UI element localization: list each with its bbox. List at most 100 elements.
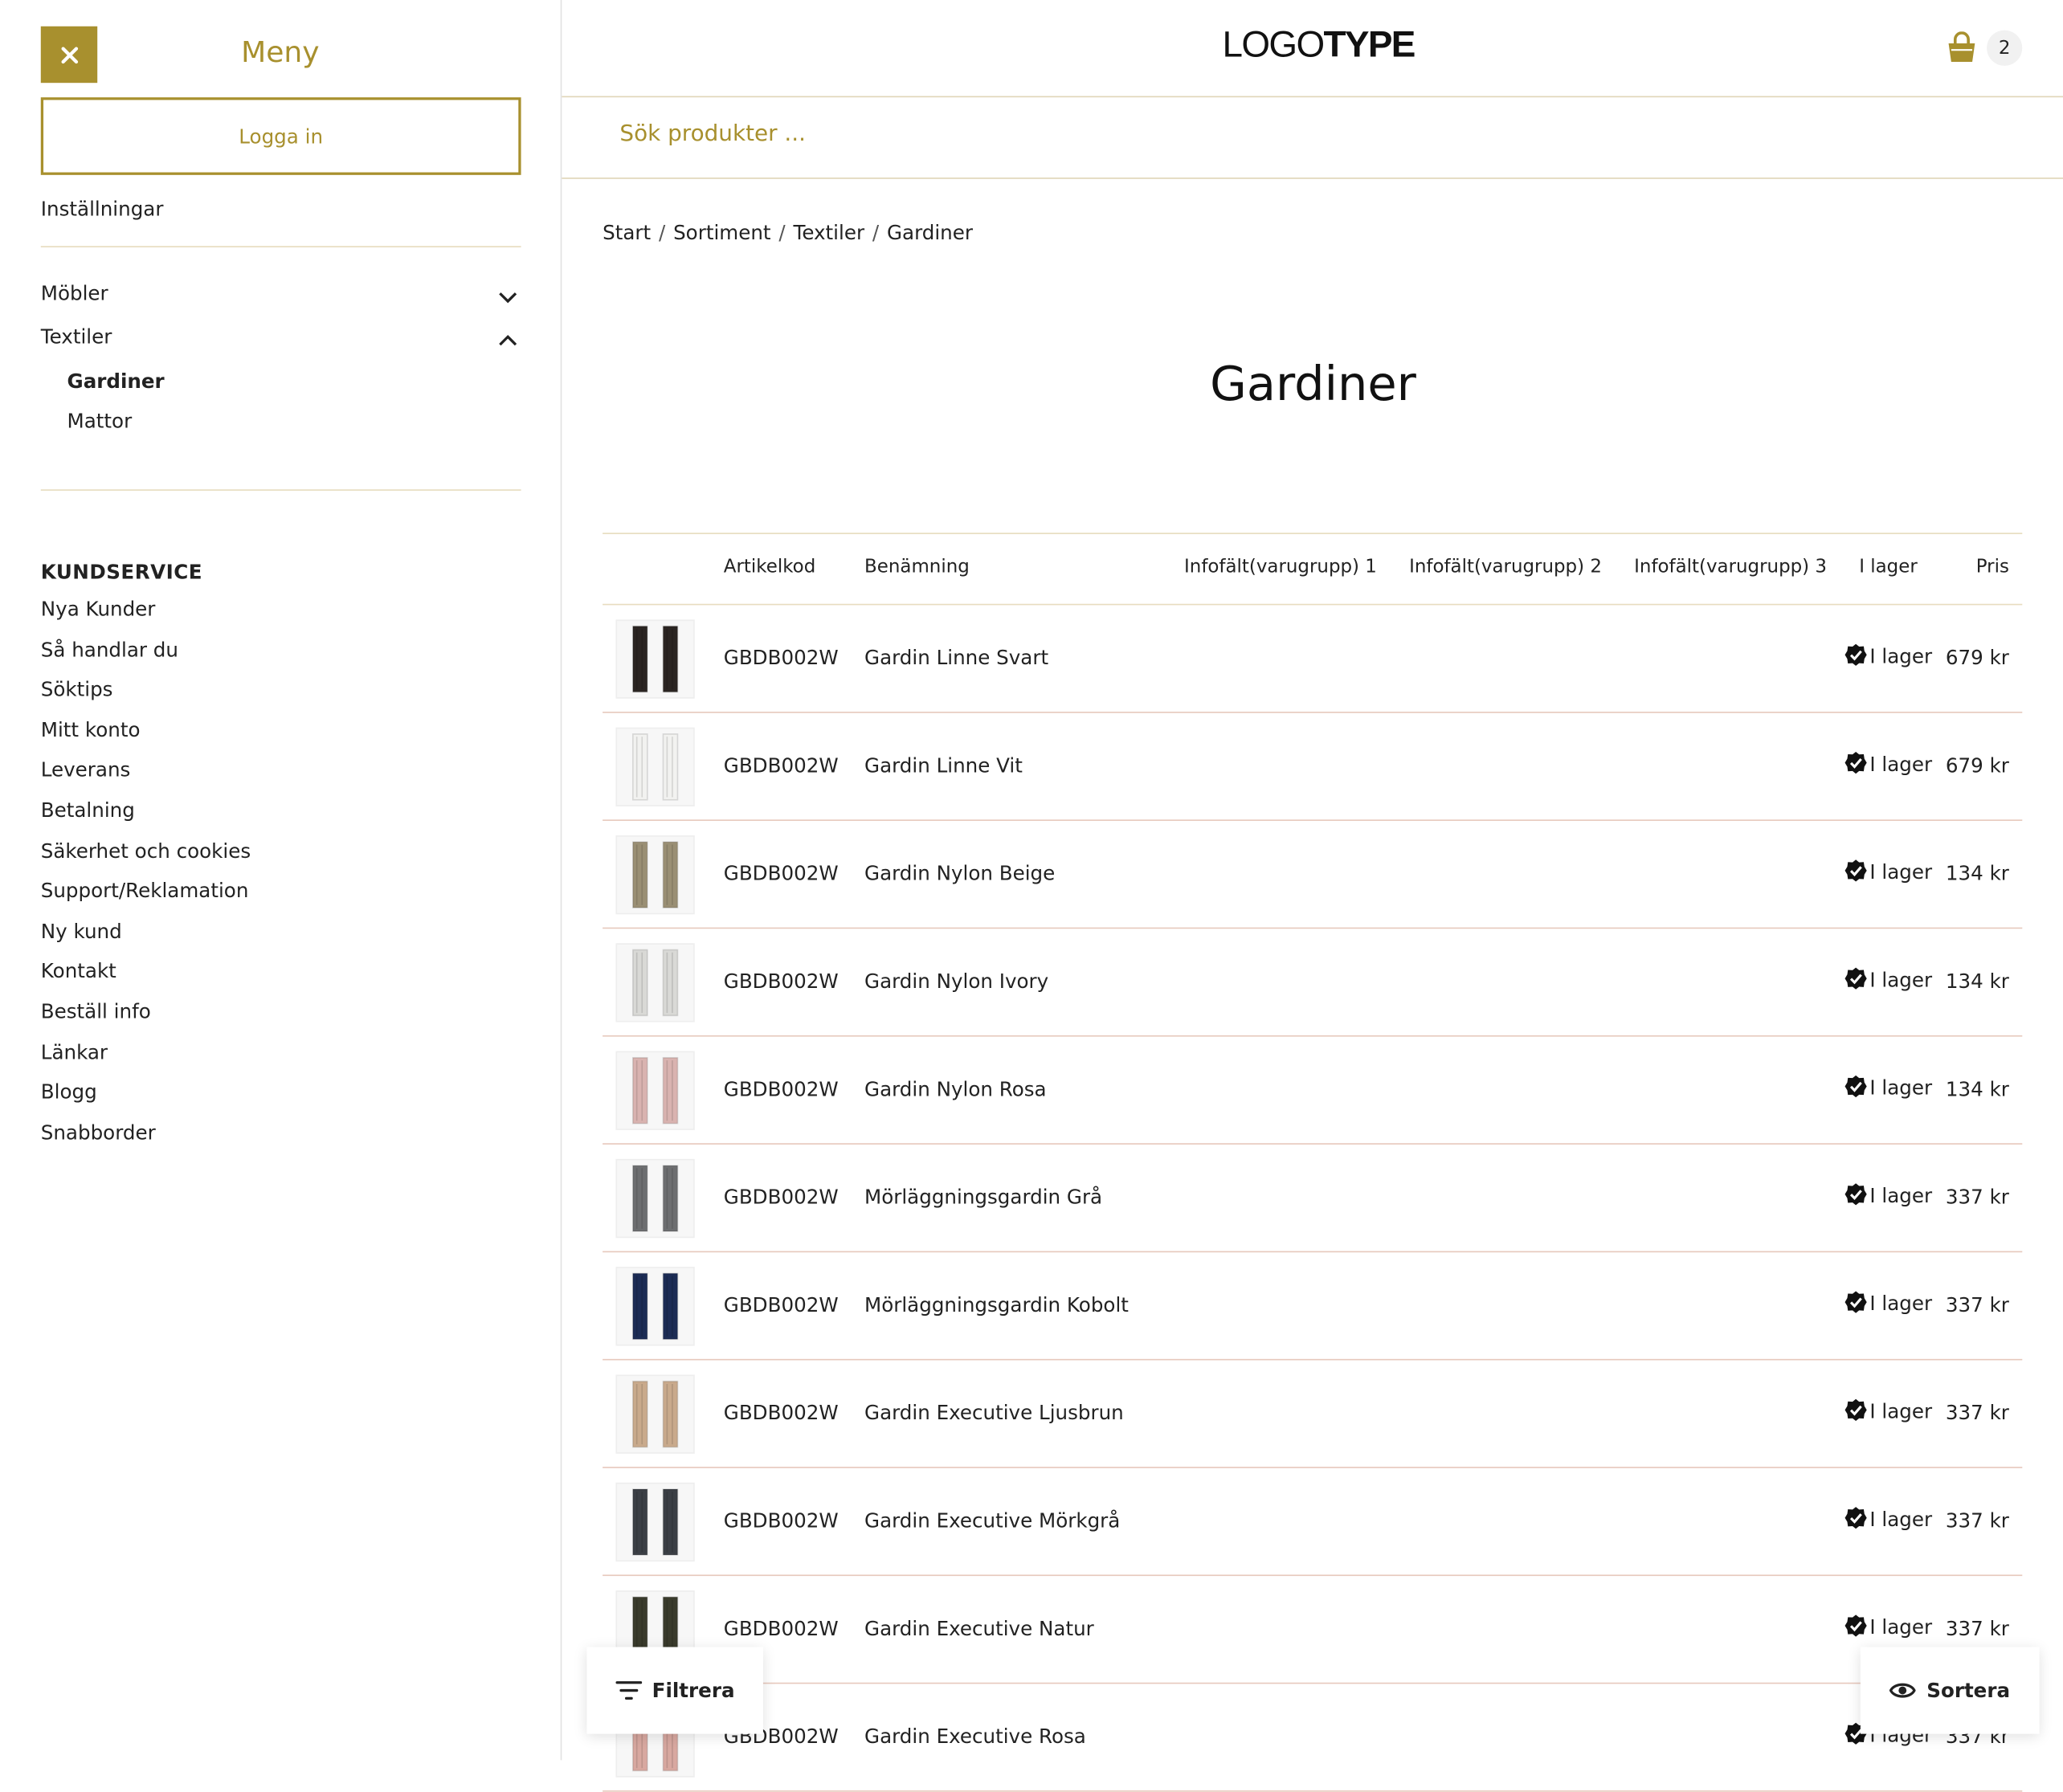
checkmark-badge-icon — [1844, 1398, 1867, 1421]
filter-icon — [615, 1681, 642, 1700]
sidebar-item-mattor[interactable]: Mattor — [67, 409, 133, 432]
shopping-bag-icon[interactable] — [1947, 31, 1976, 63]
stock-label: I lager — [1869, 967, 1933, 992]
sidebar-divider — [40, 246, 521, 247]
breadcrumb-textiler[interactable]: Textiler — [793, 221, 864, 244]
kundservice-link[interactable]: Kontakt — [41, 957, 251, 997]
product-thumbnail[interactable] — [615, 1051, 695, 1130]
breadcrumb-separator: / — [872, 221, 880, 245]
column-header-pris[interactable]: Pris — [1976, 557, 2009, 578]
product-name[interactable]: Gardin Nylon Ivory — [864, 969, 1048, 993]
sort-button[interactable]: Sortera — [1860, 1647, 2040, 1734]
kundservice-link[interactable]: Leverans — [41, 756, 251, 796]
stock-status: I lager — [1844, 1075, 1932, 1100]
kundservice-link[interactable]: Så handlar du — [41, 635, 251, 675]
kundservice-link[interactable]: Länkar — [41, 1037, 251, 1077]
article-code: GBDB002W — [723, 861, 839, 886]
close-icon — [60, 46, 78, 63]
column-header-info3[interactable]: Infofält(varugrupp) 3 — [1634, 557, 1827, 578]
stock-status: I lager — [1844, 1291, 1932, 1316]
product-name[interactable]: Gardin Nylon Rosa — [864, 1077, 1047, 1100]
table-row[interactable]: GBDB002W Gardin Executive Ljusbrun I lager… — [603, 1360, 2023, 1468]
table-row[interactable]: GBDB002W Mörläggningsgardin Grå I lager 337… — [603, 1145, 2023, 1253]
kundservice-link[interactable]: Ny kund — [41, 916, 251, 957]
product-thumbnail[interactable] — [615, 727, 695, 806]
table-row[interactable]: GBDB002W Gardin Nylon Beige I lager 134 kr — [603, 821, 2023, 929]
sidebar-divider — [40, 489, 521, 491]
top-header: LOGOTYPE 2 — [562, 0, 2063, 98]
kundservice-link[interactable]: Snabborder — [41, 1118, 251, 1158]
stock-status: I lager — [1844, 1398, 1932, 1423]
kundservice-link[interactable]: Support/Reklamation — [41, 876, 251, 916]
table-row[interactable]: GBDB002W Gardin Executive Rosa I lager 337 … — [603, 1684, 2023, 1792]
column-header-artikelkod[interactable]: Artikelkod — [724, 557, 815, 578]
checkmark-badge-icon — [1844, 967, 1867, 990]
checkmark-badge-icon — [1844, 1183, 1867, 1206]
table-row[interactable]: GBDB002W Gardin Nylon Ivory I lager 134 kr — [603, 929, 2023, 1037]
column-header-info2[interactable]: Infofält(varugrupp) 2 — [1409, 557, 1602, 578]
product-thumbnail[interactable] — [615, 1374, 695, 1454]
category-label: Möbler — [40, 281, 108, 305]
table-row[interactable]: GBDB002W Mörläggningsgardin Kobolt I lager… — [603, 1252, 2023, 1361]
kundservice-link[interactable]: Nya Kunder — [41, 594, 251, 635]
product-thumbnail[interactable] — [615, 835, 695, 915]
checkmark-badge-icon — [1844, 752, 1867, 774]
login-button[interactable]: Logga in — [40, 97, 521, 175]
table-row[interactable]: GBDB002W Gardin Linne Svart I lager 679 kr — [603, 605, 2023, 713]
product-name[interactable]: Gardin Executive Mörkgrå — [864, 1509, 1120, 1533]
article-code: GBDB002W — [723, 969, 839, 994]
kundservice-link[interactable]: Söktips — [41, 675, 251, 715]
table-row[interactable]: GBDB002W Gardin Executive Mörkgrå I lager 3… — [603, 1468, 2023, 1577]
breadcrumb-sortiment[interactable]: Sortiment — [673, 221, 770, 244]
filter-button[interactable]: Filtrera — [586, 1647, 763, 1734]
kundservice-heading: KUNDSERVICE — [40, 560, 203, 585]
product-thumbnail[interactable] — [615, 1482, 695, 1562]
product-price: 337 kr — [1945, 1185, 2009, 1210]
eye-icon — [1889, 1683, 1917, 1698]
curtain-image — [631, 1165, 679, 1232]
stock-label: I lager — [1869, 1183, 1933, 1207]
product-table: Artikelkod Benämning Infofält(varugrupp)… — [603, 533, 2023, 1792]
kundservice-link[interactable]: Säkerhet och cookies — [41, 836, 251, 876]
product-thumbnail[interactable] — [615, 1158, 695, 1239]
article-code: GBDB002W — [723, 753, 839, 778]
column-header-benamning[interactable]: Benämning — [864, 557, 970, 578]
breadcrumb-gardiner: Gardiner — [887, 221, 973, 245]
search-input[interactable] — [619, 120, 1804, 148]
curtain-image — [631, 1488, 679, 1556]
curtain-image — [631, 841, 679, 908]
curtain-image — [631, 1056, 679, 1125]
product-name[interactable]: Gardin Executive Rosa — [864, 1725, 1086, 1748]
column-header-info1[interactable]: Infofält(varugrupp) 1 — [1184, 557, 1377, 578]
table-row[interactable]: GBDB002W Gardin Nylon Rosa I lager 134 kr — [603, 1037, 2023, 1145]
product-thumbnail[interactable] — [615, 943, 695, 1023]
checkmark-badge-icon — [1844, 859, 1867, 882]
logo[interactable]: LOGOTYPE — [1223, 23, 1416, 65]
kundservice-link[interactable]: Mitt konto — [41, 716, 251, 756]
product-name[interactable]: Mörläggningsgardin Grå — [864, 1186, 1102, 1209]
table-row[interactable]: GBDB002W Gardin Executive Natur I lager 337… — [603, 1576, 2023, 1684]
sidebar-item-gardiner[interactable]: Gardiner — [67, 369, 165, 393]
breadcrumb-start[interactable]: Start — [603, 221, 651, 244]
checkmark-badge-icon — [1844, 1075, 1867, 1098]
kundservice-link[interactable]: Beställ info — [41, 997, 251, 1037]
sidebar-item-textiler[interactable]: Textiler — [41, 325, 521, 349]
product-name[interactable]: Gardin Linne Svart — [864, 646, 1048, 669]
article-code: GBDB002W — [723, 1185, 839, 1210]
product-thumbnail[interactable] — [615, 619, 695, 699]
kundservice-link[interactable]: Betalning — [41, 796, 251, 836]
close-menu-button[interactable] — [40, 26, 98, 84]
product-thumbnail[interactable] — [615, 1267, 695, 1346]
table-row[interactable]: GBDB002W Gardin Linne Vit I lager 679 kr — [603, 713, 2023, 821]
settings-link[interactable]: Inställningar — [41, 198, 164, 221]
column-header-i-lager[interactable]: I lager — [1859, 557, 1918, 578]
product-name[interactable]: Gardin Linne Vit — [864, 753, 1023, 777]
kundservice-link[interactable]: Blogg — [41, 1078, 251, 1118]
sidebar-item-mobler[interactable]: Möbler — [40, 281, 521, 305]
product-name[interactable]: Gardin Nylon Beige — [864, 862, 1055, 885]
stock-label: I lager — [1869, 1075, 1933, 1100]
page-title: Gardiner — [1210, 357, 1416, 412]
product-name[interactable]: Gardin Executive Ljusbrun — [864, 1401, 1124, 1424]
product-name[interactable]: Gardin Executive Natur — [864, 1617, 1094, 1640]
product-name[interactable]: Mörläggningsgardin Kobolt — [864, 1293, 1129, 1316]
